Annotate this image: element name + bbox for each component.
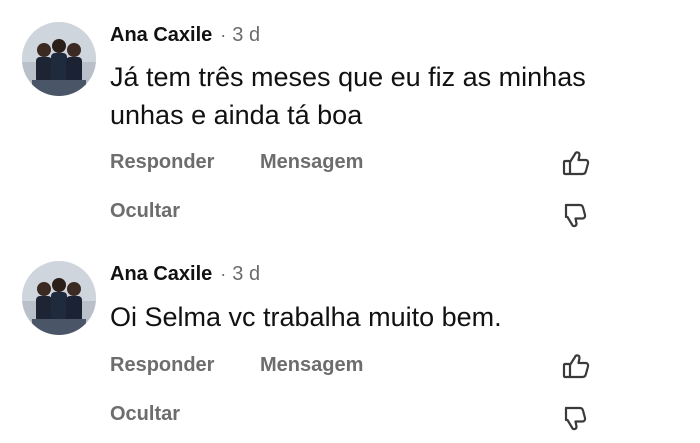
avatar[interactable] [22, 22, 96, 96]
comment-time: 3 d [232, 23, 261, 46]
avatar[interactable] [22, 261, 96, 335]
thumbs-down-icon[interactable] [561, 403, 591, 433]
comment-text: Já tem três meses que eu fiz as minhas u… [110, 62, 586, 130]
hide-button[interactable]: Ocultar [110, 403, 180, 426]
author-name[interactable]: Ana Caxile [110, 263, 212, 286]
author-name[interactable]: Ana Caxile [110, 24, 212, 47]
reply-button[interactable]: Responder [110, 354, 214, 377]
meta-separator: · [220, 263, 227, 284]
message-button[interactable]: Mensagem [260, 354, 363, 377]
comment-text: Oi Selma vc trabalha muito bem. [110, 302, 502, 332]
message-button[interactable]: Mensagem [260, 151, 363, 174]
hide-button[interactable]: Ocultar [110, 200, 180, 223]
thumbs-up-icon[interactable] [561, 351, 591, 381]
comment-time: 3 d [232, 262, 261, 285]
comment-header: Ana Caxile · 3 d [110, 260, 260, 288]
meta-separator: · [220, 24, 227, 45]
comment-header: Ana Caxile · 3 d [110, 21, 260, 49]
thumbs-down-icon[interactable] [561, 200, 591, 230]
thumbs-up-icon[interactable] [561, 148, 591, 178]
reply-button[interactable]: Responder [110, 151, 214, 174]
